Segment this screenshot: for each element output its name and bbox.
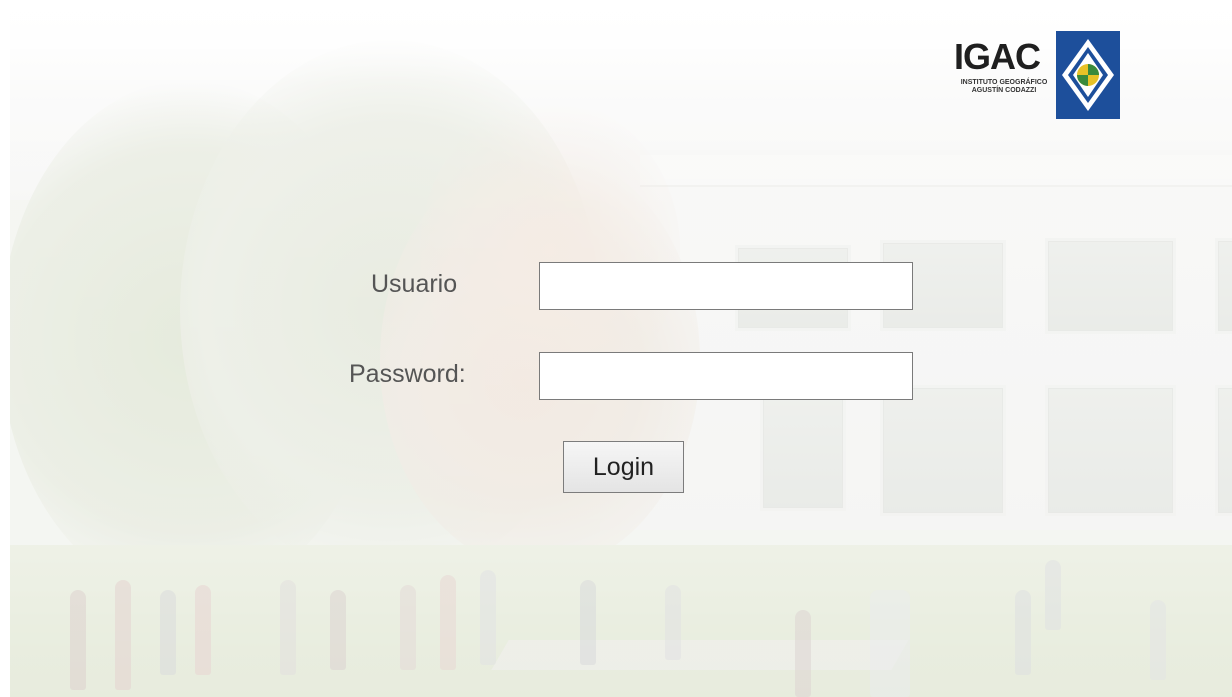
igac-emblem-icon: [1056, 31, 1120, 119]
logo-wordmark: IGAC: [954, 36, 1041, 77]
login-page: IGAC INSTITUTO GEOGRÁFICO AGUSTÍN CODAZZ…: [0, 0, 1232, 697]
username-label: Usuario: [371, 270, 458, 298]
username-input[interactable]: [539, 262, 913, 310]
password-label: Password:: [349, 360, 466, 388]
left-border: [0, 0, 10, 697]
logo-subtitle: INSTITUTO GEOGRÁFICO AGUSTÍN CODAZZI: [960, 79, 1048, 94]
igac-logo: IGAC INSTITUTO GEOGRÁFICO AGUSTÍN CODAZZ…: [954, 31, 1120, 119]
password-input[interactable]: [539, 352, 913, 400]
login-button[interactable]: Login: [563, 441, 684, 493]
